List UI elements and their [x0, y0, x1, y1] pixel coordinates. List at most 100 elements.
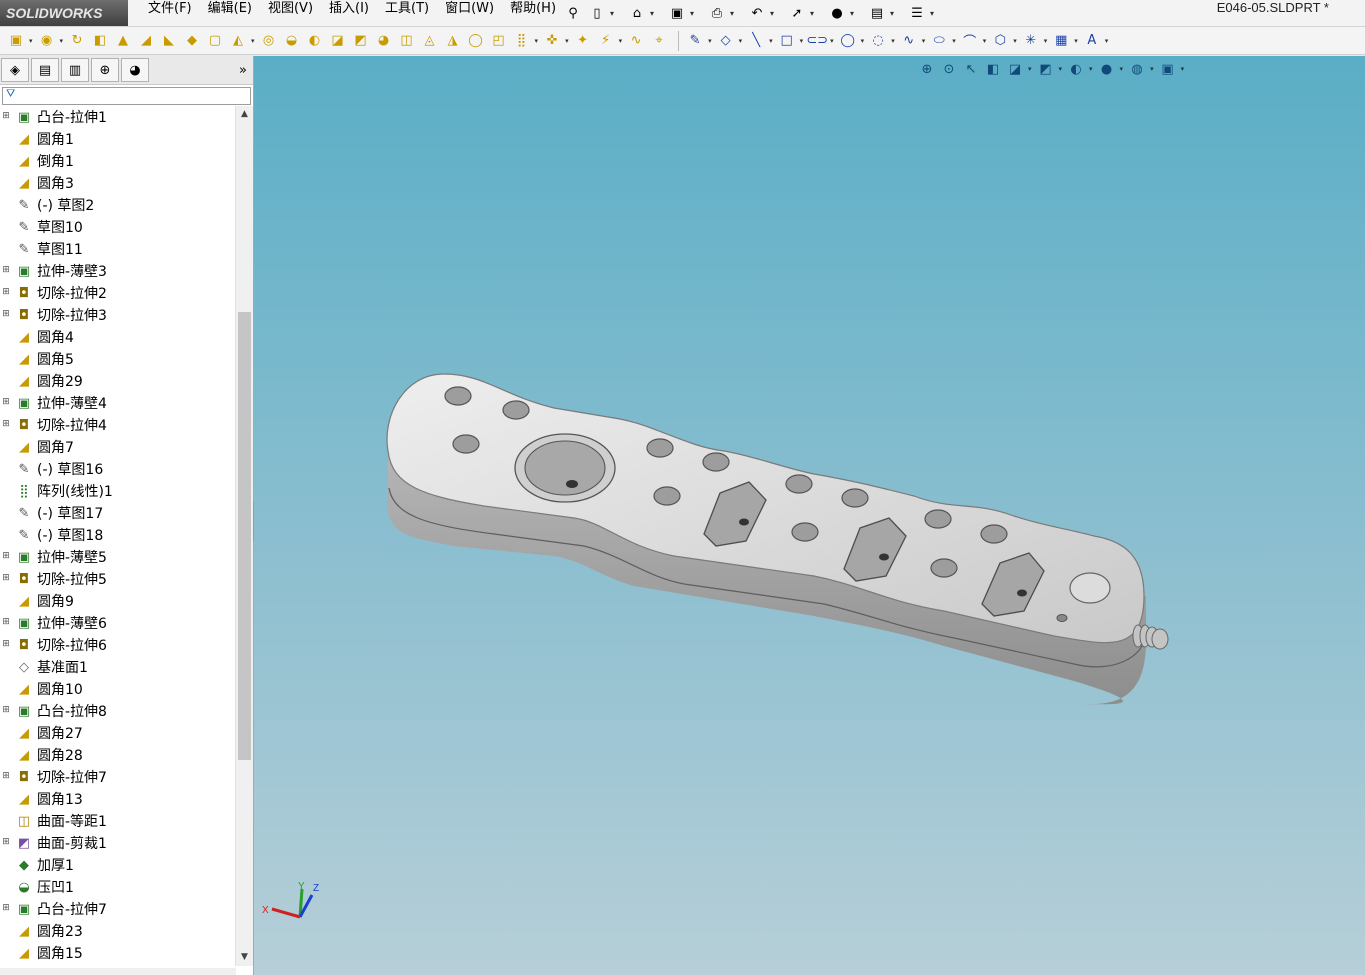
dropdown-arrow-icon[interactable]: ▾	[535, 37, 539, 45]
expand-toggle-icon[interactable]: ⊞	[1, 112, 11, 122]
rebuild-icon[interactable]: ●	[826, 3, 848, 23]
boundary-icon[interactable]: ▲	[113, 31, 133, 51]
dropdown-arrow-icon[interactable]: ▾	[650, 9, 660, 18]
fillet-sketch-icon[interactable]: ⌒	[960, 31, 980, 51]
hole-icon[interactable]: ◎	[259, 31, 279, 51]
expand-toggle-icon[interactable]: ⊞	[1, 772, 11, 782]
draft-icon[interactable]: ◭	[228, 31, 248, 51]
sketch-grid-icon[interactable]: ▦	[1051, 31, 1071, 51]
revolve-icon[interactable]: ◉	[37, 31, 57, 51]
tree-horizontal-scrollbar[interactable]	[0, 968, 236, 975]
polygon-icon[interactable]: ⬡	[990, 31, 1010, 51]
feature-tree-item[interactable]: ⊞ ◘ 切除-拉伸3	[0, 304, 236, 326]
feature-tree-item[interactable]: ⊞ ▣ 拉伸-薄壁4	[0, 392, 236, 414]
menu-item[interactable]: 视图(V)	[260, 0, 321, 26]
curve-icon[interactable]: ◕	[374, 31, 394, 51]
dropdown-arrow-icon[interactable]: ▾	[29, 37, 33, 45]
file-properties-icon[interactable]: ▤	[866, 3, 888, 23]
feature-tree-item[interactable]: ⊞ ▣ 拉伸-薄壁6	[0, 612, 236, 634]
property-manager-tab[interactable]: ▤	[31, 58, 59, 82]
panel-expand-button[interactable]: »	[239, 63, 247, 78]
select-arrow-icon[interactable]: ➚	[786, 3, 808, 23]
feature-tree-item[interactable]: ⊞ ▣ 凸台-拉伸1	[0, 106, 236, 128]
dropdown-arrow-icon[interactable]: ▾	[830, 37, 834, 45]
shell-icon[interactable]: ▢	[205, 31, 225, 51]
dropdown-arrow-icon[interactable]: ▾	[610, 9, 620, 18]
combine-icon[interactable]: ◬	[420, 31, 440, 51]
feature-tree-item[interactable]: ◢ 圆角3	[0, 172, 236, 194]
instant3d-icon[interactable]: ⚡	[596, 31, 616, 51]
feature-tree-item[interactable]: ◢ 圆角9	[0, 590, 236, 612]
options-icon[interactable]: ☰	[906, 3, 928, 23]
feature-tree-item[interactable]: ⊞ ◘ 切除-拉伸7	[0, 766, 236, 788]
split-icon[interactable]: ◫	[397, 31, 417, 51]
feature-tree-item[interactable]: ◢ 圆角10	[0, 678, 236, 700]
expand-toggle-icon[interactable]: ⊞	[1, 266, 11, 276]
dropdown-arrow-icon[interactable]: ▾	[769, 37, 773, 45]
dropdown-arrow-icon[interactable]: ▾	[890, 9, 900, 18]
dropdown-arrow-icon[interactable]: ▾	[708, 37, 712, 45]
expand-toggle-icon[interactable]: ⊞	[1, 420, 11, 430]
smart-dim-icon[interactable]: ◇	[716, 31, 736, 51]
spline-icon[interactable]: ∿	[626, 31, 646, 51]
expand-toggle-icon[interactable]: ⊞	[1, 706, 11, 716]
dropdown-arrow-icon[interactable]: ▾	[983, 37, 987, 45]
feature-tree-item[interactable]: ◢ 圆角15	[0, 942, 236, 964]
sketch-icon[interactable]: ✎	[685, 31, 705, 51]
graphics-area[interactable]: ⊕ ⊙ ↖ ◧ ◪ ▾ ◩ ▾ ◐ ▾ ● ▾ ◍ ▾ ▣ ▾ X Y Z	[254, 56, 1365, 975]
menu-item[interactable]: 插入(I)	[321, 0, 377, 26]
dropdown-arrow-icon[interactable]: ▾	[800, 37, 804, 45]
save-icon[interactable]: ▣	[666, 3, 688, 23]
dropdown-arrow-icon[interactable]: ▾	[251, 37, 255, 45]
circle-icon[interactable]: ◯	[838, 31, 858, 51]
tree-vertical-scrollbar[interactable]: ▲ ▼	[235, 106, 253, 966]
dome-icon[interactable]: ◒	[282, 31, 302, 51]
feature-tree-item[interactable]: ✎ (-) 草图18	[0, 524, 236, 546]
curves-icon[interactable]: ✦	[573, 31, 593, 51]
feature-tree-item[interactable]: ⣿ 阵列(线性)1	[0, 480, 236, 502]
dropdown-arrow-icon[interactable]: ▾	[891, 37, 895, 45]
feature-tree-item[interactable]: ◢ 圆角5	[0, 348, 236, 370]
dimxpert-tab[interactable]: ⊕	[91, 58, 119, 82]
dropdown-arrow-icon[interactable]: ▾	[690, 9, 700, 18]
dropdown-arrow-icon[interactable]: ▾	[850, 9, 860, 18]
feature-tree-item[interactable]: ✎ (-) 草图16	[0, 458, 236, 480]
scroll-thumb[interactable]	[238, 312, 251, 760]
expand-toggle-icon[interactable]: ⊞	[1, 618, 11, 628]
dropdown-arrow-icon[interactable]: ▾	[861, 37, 865, 45]
slot-icon[interactable]: ⊂⊃	[806, 31, 828, 51]
scroll-up-arrow[interactable]: ▲	[236, 106, 253, 123]
rectangle-icon[interactable]: □	[777, 31, 797, 51]
menu-item[interactable]: 编辑(E)	[200, 0, 260, 26]
delete-face-icon[interactable]: ◰	[489, 31, 509, 51]
mirror-icon[interactable]: ◩	[351, 31, 371, 51]
text-icon[interactable]: A	[1082, 31, 1102, 51]
feature-tree-item[interactable]: ✎ 草图10	[0, 216, 236, 238]
dropdown-arrow-icon[interactable]: ▾	[922, 37, 926, 45]
feature-tree-item[interactable]: ◢ 圆角13	[0, 788, 236, 810]
dropdown-arrow-icon[interactable]: ▾	[810, 9, 820, 18]
dropdown-arrow-icon[interactable]: ▾	[60, 37, 64, 45]
dropdown-arrow-icon[interactable]: ▾	[1105, 37, 1109, 45]
feature-filter-input[interactable]: ⛛	[2, 87, 251, 105]
feature-tree-item[interactable]: ⊞ ◩ 曲面-剪裁1	[0, 832, 236, 854]
pin-icon[interactable]: ⚲	[562, 3, 584, 23]
rib-icon[interactable]: ◆	[182, 31, 202, 51]
arc-icon[interactable]: ◌	[868, 31, 888, 51]
feature-tree-item[interactable]: ⊞ ◘ 切除-拉伸2	[0, 282, 236, 304]
print-icon[interactable]: ⎙	[706, 3, 728, 23]
open-folder-icon[interactable]: ⌂	[626, 3, 648, 23]
feature-tree-item[interactable]: ⊞ ◘ 切除-拉伸4	[0, 414, 236, 436]
menu-item[interactable]: 窗口(W)	[437, 0, 502, 26]
point-icon[interactable]: ✳	[1021, 31, 1041, 51]
feature-tree-item[interactable]: ◢ 圆角1	[0, 128, 236, 150]
feature-tree-item[interactable]: ⊞ ◘ 切除-拉伸5	[0, 568, 236, 590]
feature-tree-item[interactable]: ◢ 圆角23	[0, 920, 236, 942]
undo-icon[interactable]: ↶	[746, 3, 768, 23]
sweep-icon[interactable]: ↻	[67, 31, 87, 51]
expand-toggle-icon[interactable]: ⊞	[1, 838, 11, 848]
feature-tree-item[interactable]: ✎ 草图11	[0, 238, 236, 260]
wrap-icon[interactable]: ◐	[305, 31, 325, 51]
expand-toggle-icon[interactable]: ⊞	[1, 640, 11, 650]
smart-dimension-icon[interactable]: ⌖	[649, 31, 669, 51]
